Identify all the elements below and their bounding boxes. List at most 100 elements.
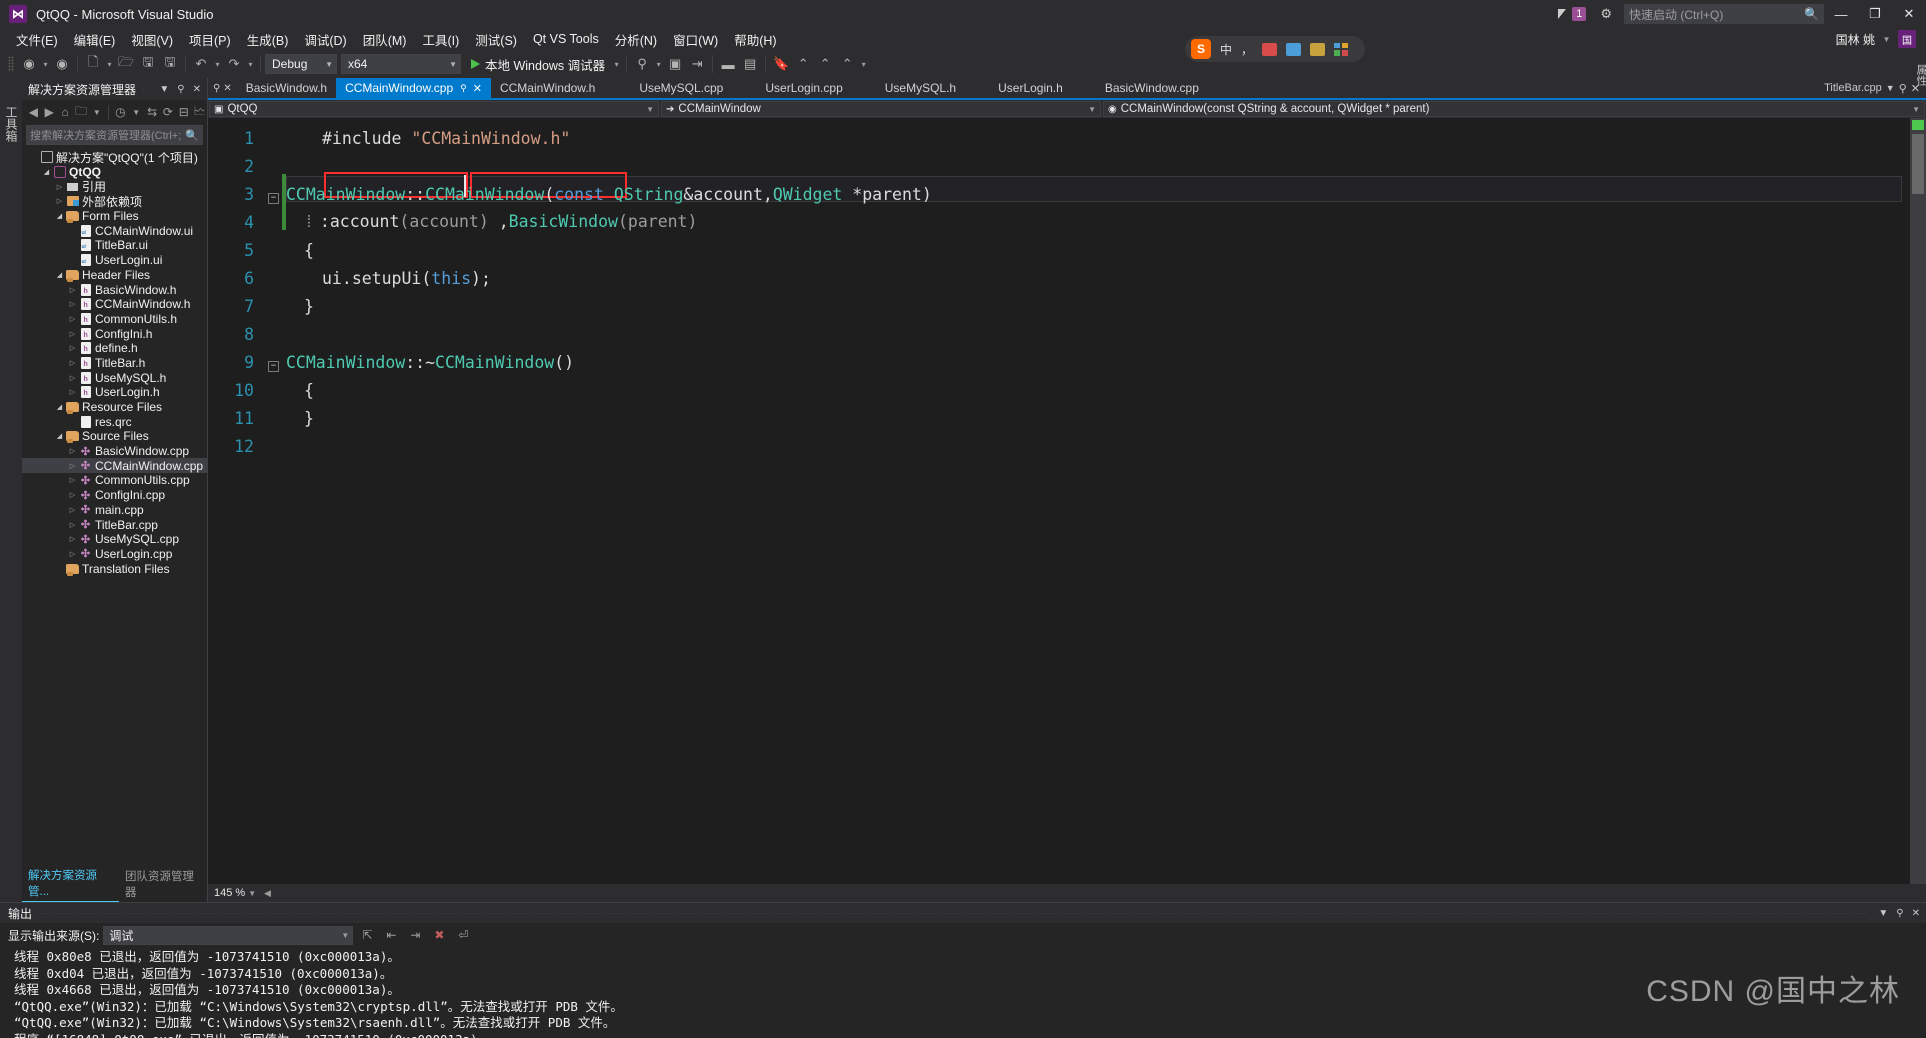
- quick-launch-input[interactable]: 快速启动 (Ctrl+Q) 🔍: [1624, 4, 1824, 24]
- chevron-down-icon[interactable]: ▾: [653, 60, 664, 69]
- chevron-down-icon[interactable]: ▼: [1874, 908, 1892, 919]
- attach-process-icon[interactable]: ⚲: [631, 53, 653, 75]
- solution-configuration-combo[interactable]: Debug ▼: [265, 54, 337, 74]
- collapse-icon[interactable]: −: [268, 192, 279, 204]
- tree-item[interactable]: ▷ CommonUtils.h: [22, 312, 207, 327]
- fold-margin[interactable]: −: [268, 185, 286, 204]
- solution-tree[interactable]: 解决方案"QtQQ"(1 个项目) ◢ QtQQ ▷ 引用 ▷ 外部依赖项 ◢ Form Fil…: [22, 148, 207, 884]
- feedback-icon[interactable]: ⚙: [1600, 6, 1612, 22]
- next-bookmark-icon[interactable]: ⌃: [814, 53, 836, 75]
- tree-item[interactable]: ▷ ✣ UseMySQL.cpp: [22, 532, 207, 547]
- output-source-combo[interactable]: 调试 ▼: [103, 925, 354, 945]
- tree-item[interactable]: ◢ Header Files: [22, 268, 207, 283]
- scrollbar-thumb[interactable]: [1912, 134, 1924, 194]
- expand-arrow-icon[interactable]: ▷: [67, 521, 78, 529]
- tree-item[interactable]: TitleBar.ui: [22, 238, 207, 253]
- clear-bookmark-icon[interactable]: ⌃: [836, 53, 858, 75]
- pin-icon[interactable]: ⚲: [1899, 82, 1907, 95]
- menu-view[interactable]: 视图(V): [123, 28, 181, 51]
- menu-edit[interactable]: 编辑(E): [66, 28, 124, 51]
- tree-item[interactable]: UserLogin.ui: [22, 253, 207, 268]
- fold-margin[interactable]: −: [268, 353, 286, 372]
- properties-icon[interactable]: 🗠: [192, 103, 207, 122]
- show-all-files-icon[interactable]: 🗀: [74, 103, 89, 122]
- solution-platform-combo[interactable]: x64 ▼: [341, 54, 461, 74]
- pending-changes-icon[interactable]: ◷: [113, 103, 128, 122]
- collapse-icon[interactable]: −: [268, 360, 279, 372]
- expand-arrow-icon[interactable]: ▷: [67, 476, 78, 484]
- menu-build[interactable]: 生成(B): [239, 28, 297, 51]
- undo-icon[interactable]: ↶: [190, 53, 212, 75]
- pin-icon[interactable]: ⚲: [1892, 908, 1907, 919]
- tree-item[interactable]: ▷ ✣ BasicWindow.cpp: [22, 444, 207, 459]
- close-icon[interactable]: ✕: [189, 84, 205, 95]
- menu-team[interactable]: 团队(M): [355, 28, 415, 51]
- forward-icon[interactable]: ▶: [42, 103, 57, 122]
- start-debugging-button[interactable]: 本地 Windows 调试器: [465, 55, 611, 74]
- tab-titlebar-cpp[interactable]: TitleBar.cpp: [1824, 82, 1882, 94]
- sogou-logo-icon[interactable]: S: [1191, 39, 1211, 59]
- tree-item[interactable]: ▷ 外部依赖项: [22, 194, 207, 209]
- tab-solution-explorer[interactable]: 解决方案资源管...: [22, 865, 120, 902]
- expand-arrow-icon[interactable]: ▷: [67, 286, 78, 294]
- find-message-icon[interactable]: ⇱: [357, 925, 377, 945]
- expand-arrow-icon[interactable]: ▷: [67, 330, 78, 338]
- new-file-icon[interactable]: 🗋: [82, 53, 104, 75]
- tree-item[interactable]: ▷ ✣ CCMainWindow.cpp: [22, 458, 207, 474]
- tab-usemysql-cpp[interactable]: UseMySQL.cpp: [630, 78, 732, 98]
- prev-bookmark-icon[interactable]: ⌃: [792, 53, 814, 75]
- save-icon[interactable]: 🖫: [137, 53, 159, 75]
- expand-arrow-icon[interactable]: ◢: [41, 168, 52, 176]
- go-to-previous-icon[interactable]: ⇤: [381, 925, 401, 945]
- menu-file[interactable]: 文件(E): [8, 28, 66, 51]
- expand-arrow-icon[interactable]: ▷: [67, 344, 78, 352]
- tree-item[interactable]: ▷ ✣ TitleBar.cpp: [22, 517, 207, 532]
- go-to-next-icon[interactable]: ⇥: [405, 925, 425, 945]
- maximize-button[interactable]: ❐: [1858, 0, 1892, 28]
- chevron-down-icon[interactable]: ▾: [212, 60, 223, 69]
- ime-emoji-icon[interactable]: [1310, 42, 1326, 56]
- minimize-button[interactable]: —: [1824, 0, 1858, 28]
- tree-item[interactable]: ▷ ✣ CommonUtils.cpp: [22, 473, 207, 488]
- chevron-down-icon[interactable]: ▼: [155, 84, 173, 95]
- chevron-down-icon[interactable]: ▼: [1886, 83, 1895, 93]
- expand-arrow-icon[interactable]: ◢: [54, 403, 65, 411]
- nav-member-combo[interactable]: ◉ CCMainWindow(const QString & account, …: [1103, 101, 1925, 117]
- tree-item[interactable]: ◢ Resource Files: [22, 400, 207, 415]
- zoom-level[interactable]: 145 % ▼: [208, 887, 260, 899]
- tab-basicwindow-cpp[interactable]: BasicWindow.cpp: [1096, 78, 1208, 98]
- expand-arrow-icon[interactable]: ▷: [54, 183, 65, 191]
- back-icon[interactable]: ◀: [26, 103, 41, 122]
- expand-arrow-icon[interactable]: ▷: [67, 359, 78, 367]
- expand-arrow-icon[interactable]: ▷: [67, 374, 78, 382]
- chevron-down-icon[interactable]: ▾: [611, 60, 622, 69]
- ime-toolbox-icon[interactable]: [1334, 42, 1349, 56]
- pin-icon[interactable]: ⚲: [213, 83, 220, 94]
- notifications-button[interactable]: 1: [1558, 7, 1587, 21]
- chevron-down-icon[interactable]: ▾: [40, 60, 51, 69]
- window-layout-icon[interactable]: ▣: [664, 53, 686, 75]
- expand-arrow-icon[interactable]: ◢: [54, 212, 65, 220]
- tree-item[interactable]: ▷ TitleBar.h: [22, 356, 207, 371]
- tree-item[interactable]: ▷ BasicWindow.h: [22, 282, 207, 297]
- ime-keyboard-icon[interactable]: [1286, 42, 1302, 56]
- expand-arrow-icon[interactable]: ▷: [67, 491, 78, 499]
- expand-arrow-icon[interactable]: ▷: [67, 447, 78, 455]
- close-icon[interactable]: ✕: [223, 83, 231, 94]
- bookmark-icon[interactable]: 🔖: [770, 53, 792, 75]
- tree-item[interactable]: ▷ ✣ main.cpp: [22, 503, 207, 518]
- expand-arrow-icon[interactable]: ◢: [54, 271, 65, 279]
- redo-icon[interactable]: ↷: [223, 53, 245, 75]
- tree-item[interactable]: ▷ ConfigIni.h: [22, 326, 207, 341]
- clear-all-icon[interactable]: ✖: [429, 925, 449, 945]
- code-text-area[interactable]: 1 #include "CCMainWindow.h" 2 3− CCMainWindo…: [222, 118, 1910, 884]
- toolbar-grip[interactable]: [8, 56, 14, 72]
- scroll-left-arrow-icon[interactable]: ◀: [260, 888, 271, 899]
- expand-arrow-icon[interactable]: ▷: [67, 388, 78, 396]
- comment-icon[interactable]: ▬: [717, 53, 739, 75]
- tree-item[interactable]: ▷ ✣ UserLogin.cpp: [22, 547, 207, 562]
- open-file-icon[interactable]: 🗁: [115, 53, 137, 75]
- refresh-icon[interactable]: ⟳: [161, 103, 176, 122]
- ime-punctuation-icon[interactable]: ，: [1241, 41, 1253, 58]
- home-icon[interactable]: ⌂: [58, 103, 73, 122]
